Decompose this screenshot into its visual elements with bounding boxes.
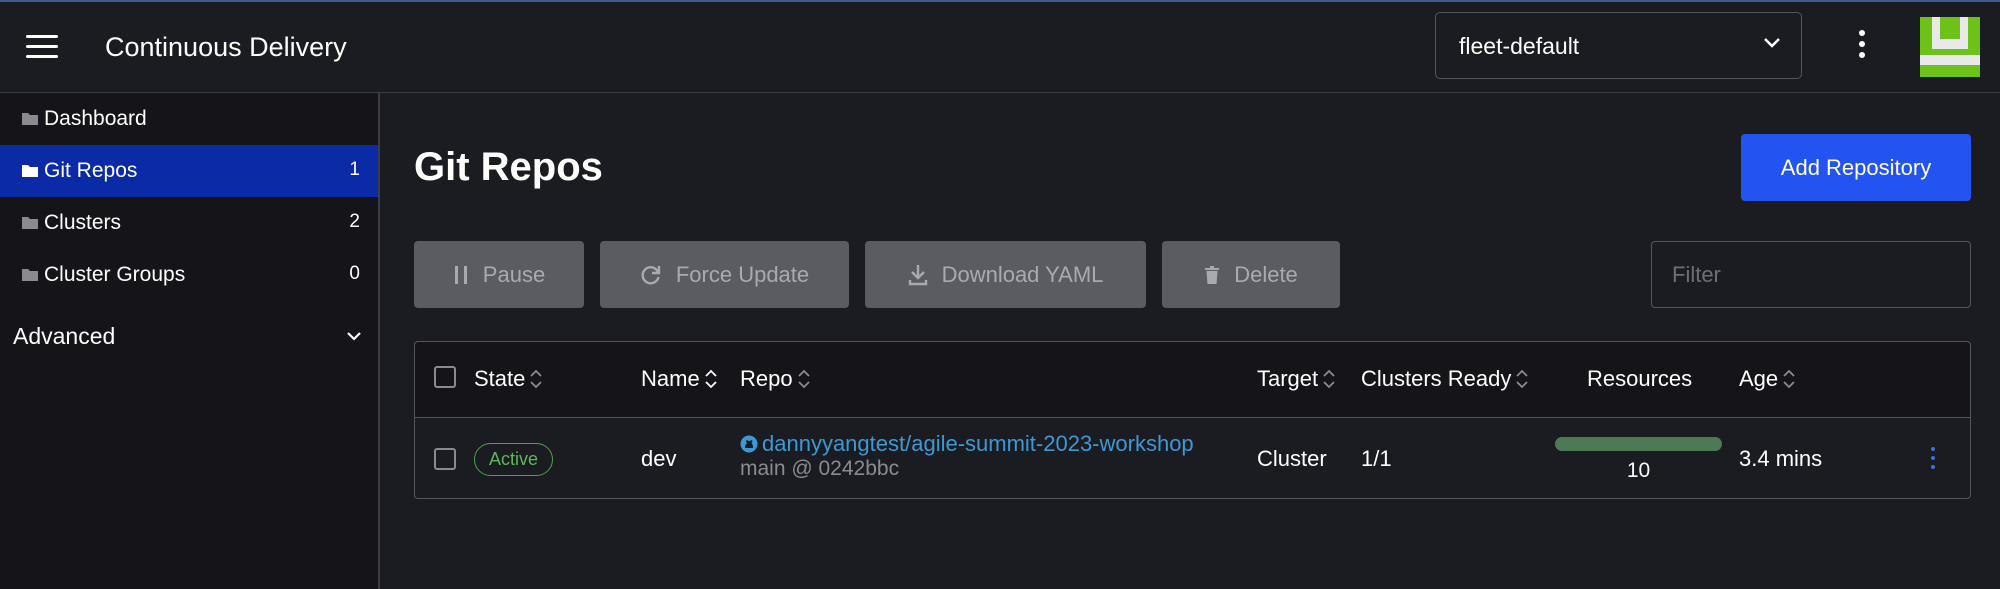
row-checkbox[interactable]	[434, 448, 456, 470]
table-row: Active dev dannyyangtest/agile-summit-20…	[415, 419, 1970, 499]
target-cell: Cluster	[1257, 446, 1327, 471]
column-header-repo[interactable]: Repo	[740, 366, 811, 392]
delete-button-label: Delete	[1234, 261, 1298, 287]
resources-count: 10	[1626, 459, 1651, 482]
status-badge: Active	[474, 443, 554, 476]
top-header: Continuous Delivery fleet-default	[0, 2, 2000, 93]
trash-icon	[1205, 265, 1220, 284]
folder-icon	[22, 269, 38, 281]
sidebar-item-clusters[interactable]: Clusters 2	[0, 197, 378, 249]
sort-icon	[1783, 369, 1795, 389]
pause-button-label: Pause	[482, 261, 546, 287]
sort-icon	[1323, 369, 1335, 389]
column-header-age[interactable]: Age	[1739, 366, 1796, 392]
sidebar-item-cluster-groups[interactable]: Cluster Groups 0	[0, 249, 378, 301]
sidebar-item-count: 0	[349, 263, 360, 284]
workspace-select[interactable]: fleet-default	[1435, 12, 1802, 79]
pause-button[interactable]: Pause	[414, 241, 584, 308]
sidebar-item-count: 1	[349, 159, 360, 180]
filter-input[interactable]	[1651, 241, 1971, 308]
folder-icon	[22, 217, 38, 229]
sort-icon	[530, 369, 543, 389]
column-header-label: Target	[1257, 366, 1319, 391]
sidebar-group-advanced[interactable]: Advanced	[0, 311, 378, 361]
force-update-button[interactable]: Force Update	[600, 241, 849, 308]
hamburger-menu-icon[interactable]	[26, 35, 58, 59]
page-title: Git Repos	[414, 145, 603, 189]
column-header-label: Name	[641, 366, 700, 391]
sort-icon	[797, 369, 810, 389]
sidebar-item-git-repos[interactable]: Git Repos 1	[0, 145, 378, 197]
download-icon	[908, 264, 927, 285]
app-title: Continuous Delivery	[105, 32, 347, 62]
column-header-state[interactable]: State	[474, 366, 543, 392]
clusters-ready-cell: 1/1	[1361, 446, 1392, 471]
sidebar-item-count: 2	[349, 211, 360, 232]
sidebar-item-label: Cluster Groups	[44, 263, 186, 286]
age-cell: 3.4 mins	[1739, 446, 1823, 471]
user-avatar[interactable]	[1920, 17, 1980, 77]
column-header-label: Resources	[1587, 366, 1693, 391]
header-more-options-icon[interactable]	[1852, 30, 1872, 66]
column-header-label: State	[474, 366, 526, 391]
repo-cell: dannyyangtest/agile-summit-2023-workshop…	[740, 431, 1194, 481]
resources-progress-fill	[1555, 437, 1722, 451]
sort-icon	[1516, 369, 1529, 389]
sidebar-item-label: Clusters	[44, 211, 122, 234]
download-yaml-button-label: Download YAML	[941, 261, 1104, 287]
sort-icon	[705, 369, 717, 389]
workspace-select-value: fleet-default	[1459, 33, 1580, 59]
table-header: State Name Repo Target Clusters Ready Re…	[415, 342, 1970, 418]
branch-commit: main @ 0242bbc	[740, 457, 900, 480]
column-header-label: Age	[1739, 366, 1779, 391]
column-header-resources: Resources	[1587, 366, 1692, 392]
add-repository-button[interactable]: Add Repository	[1741, 134, 1971, 201]
resources-progress-bar	[1555, 437, 1722, 451]
column-header-name[interactable]: Name	[641, 366, 718, 392]
git-repos-table: State Name Repo Target Clusters Ready Re…	[414, 341, 1971, 499]
sidebar-item-label: Dashboard	[44, 107, 147, 130]
github-icon	[740, 435, 758, 453]
chevron-down-icon	[347, 332, 361, 341]
sidebar: Dashboard Git Repos 1 Clusters 2 Cluster…	[0, 93, 380, 589]
column-header-label: Clusters Ready	[1361, 366, 1512, 391]
column-header-label: Repo	[740, 366, 793, 391]
force-update-button-label: Force Update	[675, 261, 810, 287]
select-all-checkbox[interactable]	[434, 366, 456, 388]
row-actions-icon[interactable]	[1928, 447, 1938, 473]
delete-button[interactable]: Delete	[1162, 241, 1340, 308]
repo-name-link[interactable]: dev	[641, 446, 676, 472]
sidebar-item-label: Git Repos	[44, 159, 138, 182]
repo-url-link[interactable]: dannyyangtest/agile-summit-2023-workshop	[762, 431, 1194, 457]
column-header-clusters-ready[interactable]: Clusters Ready	[1361, 366, 1529, 392]
folder-icon	[22, 113, 38, 125]
sidebar-group-label: Advanced	[13, 323, 116, 349]
chevron-down-icon	[1764, 38, 1780, 48]
folder-icon	[22, 165, 38, 177]
pause-icon	[454, 265, 467, 284]
download-yaml-button[interactable]: Download YAML	[865, 241, 1146, 308]
sidebar-item-dashboard[interactable]: Dashboard	[0, 93, 378, 145]
column-header-target[interactable]: Target	[1257, 366, 1336, 392]
refresh-icon	[641, 265, 661, 284]
